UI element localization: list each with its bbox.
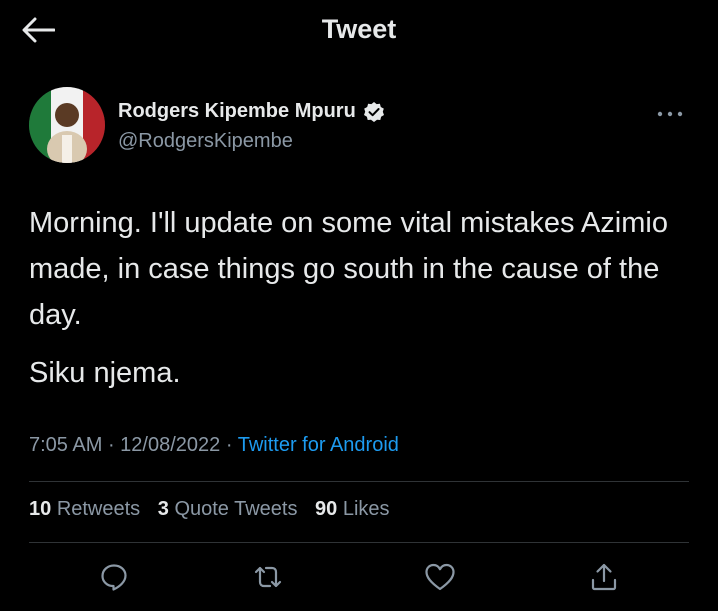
divider [29, 481, 689, 482]
avatar-image [29, 87, 105, 163]
reply-icon [101, 564, 127, 591]
more-dots-icon [657, 111, 683, 117]
header: Tweet [0, 0, 718, 58]
author-name-row: Rodgers Kipembe Mpuru [118, 100, 385, 123]
divider [29, 542, 689, 543]
likes-stat[interactable]: 90 Likes [315, 498, 390, 520]
reply-button[interactable] [94, 555, 134, 599]
avatar[interactable] [29, 87, 105, 163]
quote-tweets-stat[interactable]: 3 Quote Tweets [158, 498, 298, 520]
share-icon [591, 563, 617, 591]
tweet-actions [0, 555, 718, 603]
share-button[interactable] [584, 555, 624, 599]
quote-tweets-count: 3 [157, 498, 169, 520]
author-handle[interactable]: @RodgersKipembe [118, 130, 293, 153]
tweet-time[interactable]: 7:05 AM [29, 434, 102, 456]
likes-count: 90 [315, 498, 338, 520]
quote-tweets-label: Quote Tweets [174, 498, 298, 520]
page-title: Tweet [321, 14, 397, 44]
retweets-count: 10 [29, 498, 52, 520]
tweet-stats: 10 Retweets 3 Quote Tweets 90 Likes [29, 498, 402, 521]
tweet-meta: 7:05 AM · 12/08/2022 · Twitter for Andro… [29, 434, 399, 457]
likes-label: Likes [342, 498, 390, 520]
tweet-text-second-paragraph: Siku njema. [29, 357, 181, 389]
tweet-date[interactable]: 12/08/2022 [120, 434, 220, 456]
like-button[interactable] [420, 555, 460, 599]
meta-separator: · [102, 434, 121, 456]
retweet-button[interactable] [248, 555, 288, 599]
retweet-icon [254, 566, 282, 588]
tweet-source-link[interactable]: Twitter for Android [238, 434, 399, 456]
meta-separator: · [220, 434, 238, 456]
verified-badge-icon [363, 101, 384, 122]
author-name[interactable]: Rodgers Kipembe Mpuru [118, 100, 356, 123]
like-icon [425, 563, 455, 591]
more-options-button[interactable] [650, 104, 690, 124]
retweets-label: Retweets [56, 498, 141, 520]
retweets-stat[interactable]: 10 Retweets [29, 498, 140, 520]
tweet-text: Morning. I'll update on some vital mista… [29, 207, 668, 331]
